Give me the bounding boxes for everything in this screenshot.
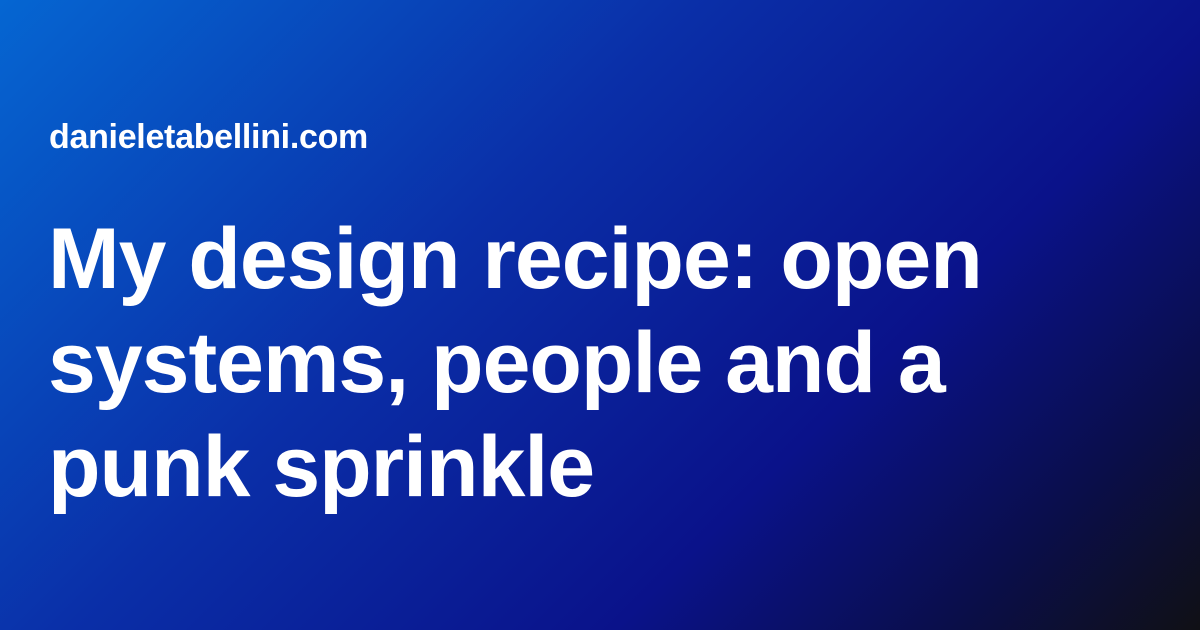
article-title: My design recipe: open systems, people a…: [48, 207, 1148, 519]
title-line: My design recipe: open: [48, 211, 983, 307]
share-card: danieletabellini.com My design recipe: o…: [0, 0, 1200, 630]
title-line: systems, people and a: [48, 315, 946, 411]
site-name: danieletabellini.com: [49, 118, 368, 156]
title-line: punk sprinkle: [48, 419, 595, 515]
